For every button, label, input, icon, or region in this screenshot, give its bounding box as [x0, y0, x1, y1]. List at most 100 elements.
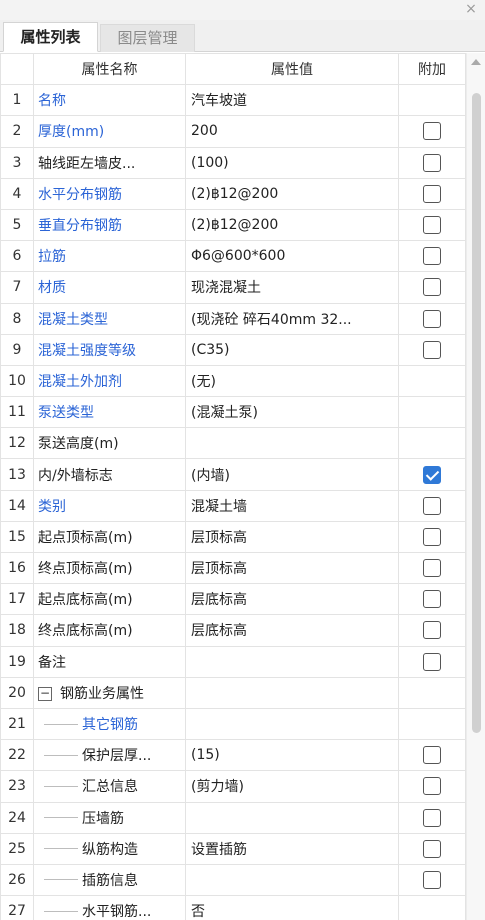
property-name-cell[interactable]: 终点底标高(m): [33, 614, 186, 647]
property-value-cell[interactable]: (15): [185, 739, 399, 772]
add-checkbox[interactable]: [423, 652, 441, 671]
property-name-cell[interactable]: 纵筋构造: [33, 832, 186, 865]
add-checkbox[interactable]: [423, 340, 441, 359]
add-checkbox[interactable]: [423, 590, 441, 609]
table-row[interactable]: 7 材质 现浇混凝土: [0, 271, 466, 304]
table-row[interactable]: 23 汇总信息 (剪力墙): [0, 770, 466, 803]
property-name-cell[interactable]: 起点顶标高(m): [33, 520, 186, 554]
property-value-cell[interactable]: (100): [185, 146, 399, 179]
header-add[interactable]: 附加: [398, 53, 466, 86]
collapse-toggle-icon[interactable]: −: [38, 686, 52, 701]
group-row[interactable]: 20− 钢筋业务属性: [0, 676, 466, 709]
property-name-cell[interactable]: 厚度(mm): [33, 115, 186, 148]
property-name-cell[interactable]: 其它钢筋: [33, 707, 186, 741]
table-row[interactable]: 2 厚度(mm) 200: [0, 115, 466, 148]
add-checkbox[interactable]: [423, 247, 441, 266]
table-row[interactable]: 27 水平钢筋... 否: [0, 895, 466, 920]
header-property-value[interactable]: 属性值: [185, 53, 399, 86]
property-name-cell[interactable]: 轴线距左墙皮...: [33, 146, 186, 179]
property-value-cell[interactable]: (无): [185, 364, 399, 398]
add-checkbox[interactable]: [423, 777, 441, 796]
add-checkbox[interactable]: [423, 808, 441, 827]
table-row[interactable]: 6 拉筋 Φ6@600*600: [0, 240, 466, 273]
property-name-cell[interactable]: 混凝土类型: [33, 302, 186, 335]
property-value-cell[interactable]: (C35): [185, 333, 399, 366]
table-row[interactable]: 21 其它钢筋: [0, 707, 466, 741]
property-value-cell[interactable]: [185, 645, 399, 678]
property-value-cell[interactable]: 层底标高: [185, 583, 399, 616]
property-name-cell[interactable]: 名称: [33, 84, 186, 117]
property-value-cell[interactable]: 现浇混凝土: [185, 271, 399, 304]
table-row[interactable]: 4 水平分布钢筋 (2)฿12@200: [0, 177, 466, 210]
property-value-cell[interactable]: 混凝土墙: [185, 489, 399, 522]
property-name-cell[interactable]: 终点顶标高(m): [33, 551, 186, 585]
property-name-cell[interactable]: 拉筋: [33, 240, 186, 273]
property-value-cell[interactable]: (剪力墙): [185, 770, 399, 803]
table-row[interactable]: 14 类别 混凝土墙: [0, 489, 466, 522]
add-checkbox[interactable]: [423, 839, 441, 858]
table-row[interactable]: 25 纵筋构造 设置插筋: [0, 832, 466, 865]
table-row[interactable]: 24 压墙筋: [0, 801, 466, 834]
add-checkbox[interactable]: [423, 746, 441, 765]
add-checkbox[interactable]: [423, 278, 441, 297]
property-value-cell[interactable]: [185, 427, 399, 460]
add-checkbox[interactable]: [423, 216, 441, 235]
table-row[interactable]: 17 起点底标高(m) 层底标高: [0, 583, 466, 616]
table-row[interactable]: 10 混凝土外加剂 (无): [0, 364, 466, 398]
property-name-cell[interactable]: 混凝土外加剂: [33, 364, 186, 398]
table-row[interactable]: 13 内/外墙标志 (内墙): [0, 458, 466, 491]
vertical-scrollbar[interactable]: [466, 53, 485, 920]
scroll-thumb[interactable]: [472, 93, 481, 733]
property-name-cell[interactable]: 泵送类型: [33, 396, 186, 429]
table-row[interactable]: 26 插筋信息: [0, 863, 466, 897]
property-name-cell[interactable]: 起点底标高(m): [33, 583, 186, 616]
table-row[interactable]: 9 混凝土强度等级 (C35): [0, 333, 466, 366]
table-row[interactable]: 16 终点顶标高(m) 层顶标高: [0, 551, 466, 585]
table-row[interactable]: 15 起点顶标高(m) 层顶标高: [0, 520, 466, 554]
property-name-cell[interactable]: 备注: [33, 645, 186, 678]
table-row[interactable]: 19 备注: [0, 645, 466, 678]
table-row[interactable]: 18 终点底标高(m) 层底标高: [0, 614, 466, 647]
property-value-cell[interactable]: 汽车坡道: [185, 84, 399, 117]
table-row[interactable]: 1 名称 汽车坡道: [0, 84, 466, 117]
close-icon[interactable]: ×: [463, 1, 479, 17]
table-row[interactable]: 12 泵送高度(m): [0, 427, 466, 460]
property-name-cell[interactable]: 内/外墙标志: [33, 458, 186, 491]
property-value-cell[interactable]: (2)฿12@200: [185, 177, 399, 210]
table-row[interactable]: 5 垂直分布钢筋 (2)฿12@200: [0, 208, 466, 242]
table-row[interactable]: 11 泵送类型 (混凝土泵): [0, 396, 466, 429]
table-row[interactable]: 22 保护层厚... (15): [0, 739, 466, 772]
table-row[interactable]: 8 混凝土类型 (现浇砼 碎石40mm 32...: [0, 302, 466, 335]
add-checkbox[interactable]: [423, 153, 441, 172]
add-checkbox-checked[interactable]: [423, 465, 441, 484]
group-name-cell[interactable]: − 钢筋业务属性: [33, 676, 186, 709]
add-checkbox[interactable]: [423, 621, 441, 640]
property-name-cell[interactable]: 泵送高度(m): [33, 427, 186, 460]
add-checkbox[interactable]: [423, 559, 441, 578]
property-name-cell[interactable]: 汇总信息: [33, 770, 186, 803]
add-checkbox[interactable]: [423, 184, 441, 203]
property-value-cell[interactable]: 200: [185, 115, 399, 148]
property-value-cell[interactable]: (内墙): [185, 458, 399, 491]
property-value-cell[interactable]: 否: [185, 895, 399, 920]
property-value-cell[interactable]: 层顶标高: [185, 520, 399, 554]
property-name-cell[interactable]: 混凝土强度等级: [33, 333, 186, 366]
property-value-cell[interactable]: [185, 863, 399, 897]
property-value-cell[interactable]: (混凝土泵): [185, 396, 399, 429]
property-name-cell[interactable]: 插筋信息: [33, 863, 186, 897]
property-name-cell[interactable]: 水平分布钢筋: [33, 177, 186, 210]
property-name-cell[interactable]: 压墙筋: [33, 801, 186, 834]
add-checkbox[interactable]: [423, 309, 441, 328]
property-value-cell[interactable]: Φ6@600*600: [185, 240, 399, 273]
add-checkbox[interactable]: [423, 527, 441, 546]
property-value-cell[interactable]: 设置插筋: [185, 832, 399, 865]
property-name-cell[interactable]: 垂直分布钢筋: [33, 208, 186, 242]
scroll-up-arrow-icon[interactable]: [471, 59, 481, 65]
tab-property-list[interactable]: 属性列表: [3, 22, 98, 52]
property-name-cell[interactable]: 类别: [33, 489, 186, 522]
header-property-name[interactable]: 属性名称: [33, 53, 186, 86]
property-value-cell[interactable]: [185, 801, 399, 834]
property-name-cell[interactable]: 保护层厚...: [33, 739, 186, 772]
property-name-cell[interactable]: 材质: [33, 271, 186, 304]
add-checkbox[interactable]: [423, 122, 441, 141]
